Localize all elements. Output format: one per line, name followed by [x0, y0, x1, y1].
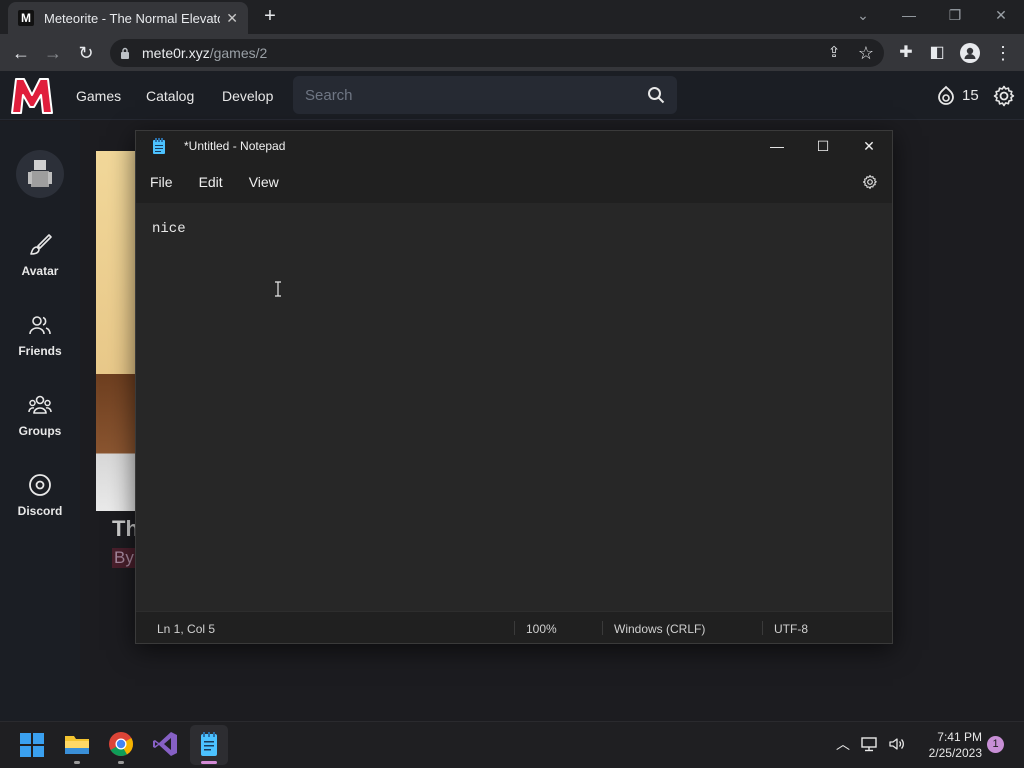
menu-edit[interactable]: Edit	[199, 174, 223, 190]
notepad-minimize-button[interactable]: —	[754, 131, 800, 161]
explorer-running-indicator	[74, 761, 80, 764]
minimize-browser-button[interactable]: —	[886, 4, 932, 28]
system-tray: ︿	[836, 734, 906, 754]
network-icon[interactable]	[860, 736, 878, 752]
chrome-icon[interactable]	[107, 730, 135, 758]
sidebar-item-discord[interactable]: Discord	[0, 472, 80, 518]
currency-icon	[938, 85, 954, 105]
chrome-running-indicator	[118, 761, 124, 764]
address-bar[interactable]: mete0r.xyz/games/2	[110, 39, 884, 67]
notepad-active-indicator	[201, 761, 217, 764]
status-divider	[762, 621, 763, 635]
status-divider	[602, 621, 603, 635]
chevron-up-icon[interactable]: ︿	[836, 734, 850, 754]
clock-time: 7:41 PM	[937, 730, 982, 744]
browser-tab[interactable]: M Meteorite - The Normal Elevator ✕	[8, 2, 248, 34]
side-panel-icon[interactable]: ◧	[926, 42, 948, 64]
site-logo[interactable]	[10, 77, 54, 115]
notepad-status-bar: Ln 1, Col 5 100% Windows (CRLF) UTF-8	[136, 611, 892, 643]
sidebar-item-groups[interactable]: Groups	[0, 392, 80, 438]
volume-icon[interactable]	[888, 736, 906, 752]
close-browser-button[interactable]: ✕	[978, 4, 1024, 28]
tab-favicon: M	[18, 10, 34, 26]
taskbar-clock[interactable]: 7:41 PM 2/25/2023	[918, 729, 982, 761]
profile-icon[interactable]	[960, 43, 980, 63]
url-domain: mete0r.xyz	[142, 45, 210, 61]
game-author[interactable]: By	[112, 548, 136, 568]
notepad-title: *Untitled - Notepad	[184, 139, 286, 153]
notepad-taskbar-icon[interactable]	[195, 730, 223, 758]
status-divider	[514, 621, 515, 635]
back-icon[interactable]: ←	[10, 42, 32, 64]
sidebar-item-friends[interactable]: Friends	[0, 312, 80, 358]
tab-close-icon[interactable]: ✕	[226, 10, 238, 27]
notepad-app-icon	[153, 138, 165, 154]
nav-games[interactable]: Games	[76, 88, 121, 104]
sidebar-label-groups: Groups	[18, 424, 62, 438]
notepad-text-content: nice	[152, 221, 186, 237]
settings-gear-icon[interactable]	[992, 84, 1016, 108]
clock-date: 2/25/2023	[928, 746, 982, 760]
restore-browser-button[interactable]: ❐	[932, 4, 978, 28]
discord-icon	[29, 474, 51, 496]
game-thumbnail[interactable]	[96, 151, 136, 511]
extensions-icon[interactable]: ✚	[895, 42, 917, 64]
menu-kebab-icon[interactable]: ⋮	[992, 42, 1014, 64]
tab-title: Meteorite - The Normal Elevator	[44, 10, 221, 26]
nav-develop[interactable]: Develop	[222, 88, 273, 104]
url-path: /games/2	[209, 45, 268, 61]
brush-icon	[30, 234, 52, 255]
status-line-ending: Windows (CRLF)	[614, 622, 706, 636]
nav-catalog[interactable]: Catalog	[146, 88, 194, 104]
lock-icon	[121, 47, 129, 59]
sidebar-label-avatar: Avatar	[21, 264, 59, 278]
tab-search-icon[interactable]: ⌄	[840, 4, 886, 28]
search-placeholder: Search	[305, 86, 353, 104]
site-search-input[interactable]: Search	[293, 76, 677, 114]
currency-display[interactable]: 15	[936, 84, 979, 106]
notification-badge[interactable]: 1	[987, 736, 1004, 753]
groups-icon	[28, 395, 52, 414]
forward-icon[interactable]: →	[42, 42, 64, 64]
status-encoding: UTF-8	[774, 622, 808, 636]
bookmark-star-icon[interactable]: ☆	[855, 42, 877, 64]
notepad-close-button[interactable]: ✕	[846, 131, 892, 161]
notepad-settings-gear-icon[interactable]	[862, 174, 878, 190]
notepad-text-area[interactable]: nice	[136, 203, 892, 611]
notepad-titlebar[interactable]: *Untitled - Notepad — ☐ ✕	[136, 131, 892, 161]
text-cursor-icon	[275, 281, 281, 297]
notepad-window[interactable]: *Untitled - Notepad — ☐ ✕ File Edit View…	[135, 130, 893, 644]
user-avatar[interactable]	[16, 150, 64, 198]
sidebar-label-discord: Discord	[17, 504, 63, 518]
menu-view[interactable]: View	[249, 174, 279, 190]
search-icon[interactable]	[647, 86, 665, 104]
sidebar-label-friends: Friends	[18, 344, 62, 358]
file-explorer-icon[interactable]	[63, 730, 91, 758]
status-position: Ln 1, Col 5	[157, 622, 216, 636]
sidebar-item-avatar[interactable]: Avatar	[0, 232, 80, 278]
notepad-menubar: File Edit View	[136, 161, 892, 203]
start-windows-icon[interactable]	[19, 732, 45, 758]
status-zoom: 100%	[526, 622, 557, 636]
visual-studio-icon[interactable]	[151, 730, 179, 758]
menu-file[interactable]: File	[150, 174, 173, 190]
reload-icon[interactable]: ↻	[75, 42, 97, 64]
new-tab-button[interactable]: +	[258, 6, 282, 28]
friends-icon	[29, 316, 51, 335]
share-icon[interactable]: ⇪	[823, 42, 845, 64]
currency-count: 15	[962, 86, 979, 104]
notepad-maximize-button[interactable]: ☐	[800, 131, 846, 161]
